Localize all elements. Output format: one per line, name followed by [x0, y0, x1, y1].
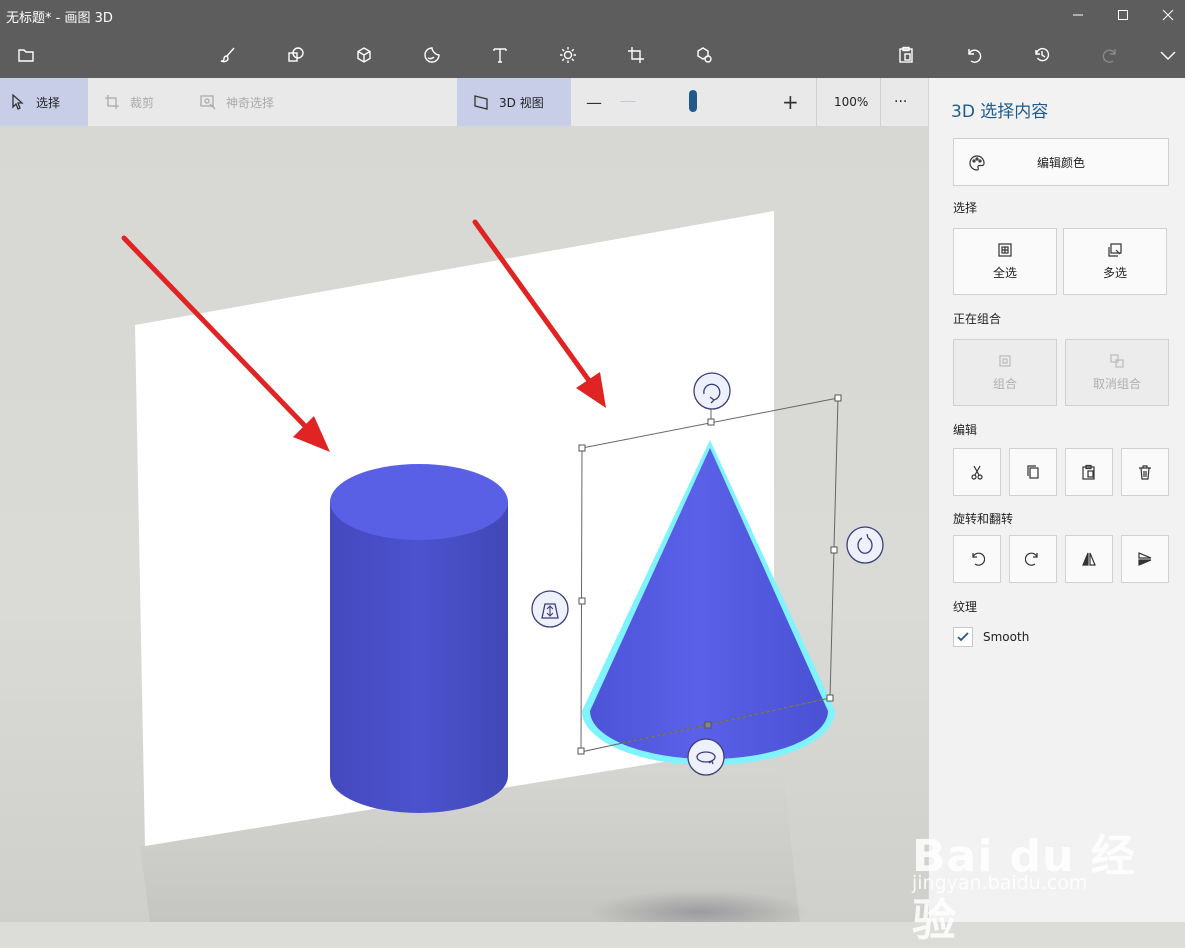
group-icon [999, 355, 1011, 367]
cylinder-object[interactable] [330, 464, 508, 813]
cursor-icon [12, 94, 24, 110]
select-all-icon [998, 243, 1012, 257]
close-icon[interactable] [1145, 0, 1185, 30]
multi-select-icon [1108, 243, 1122, 257]
multi-select-button[interactable]: 多选 [1063, 228, 1167, 295]
3d-shapes-icon[interactable] [344, 32, 384, 78]
flip-vertical-icon [1138, 552, 1152, 566]
cut-icon [971, 465, 983, 480]
more-options-button[interactable]: ··· [894, 78, 907, 126]
zoom-out-button[interactable]: — [586, 78, 602, 126]
canvas-icon[interactable] [616, 32, 656, 78]
delete-button[interactable] [1121, 448, 1169, 496]
window-title: 无标题* - 画图 3D [6, 11, 113, 26]
paste-icon [1082, 464, 1095, 480]
3d-canvas[interactable] [0, 126, 928, 922]
select-tool-label: 选择 [36, 95, 61, 110]
rotate-z-handle-icon[interactable] [687, 738, 725, 776]
ungroup-label: 取消组合 [1092, 377, 1141, 391]
texture-section-heading: 纹理 [953, 600, 978, 614]
edit-color-button[interactable]: 编辑颜色 [953, 138, 1169, 186]
group-button[interactable]: 组合 [953, 339, 1057, 406]
magic-select-label: 神奇选择 [226, 95, 275, 110]
brush-icon[interactable] [208, 32, 248, 78]
paste-icon[interactable] [886, 32, 926, 78]
zoom-slider-track [620, 101, 636, 102]
flip-horizontal-icon [1082, 552, 1096, 566]
zoom-in-label: + [782, 90, 799, 114]
copy-button[interactable] [1009, 448, 1057, 496]
2d-shapes-icon[interactable] [276, 32, 316, 78]
rotate-right-button[interactable] [1009, 535, 1057, 583]
zoom-value[interactable]: 100% [834, 78, 868, 126]
select-all-button[interactable]: 全选 [953, 228, 1057, 295]
3d-view-button[interactable]: 3D 视图 [457, 78, 571, 126]
redo-icon[interactable] [1090, 32, 1130, 78]
more-options-label: ··· [894, 94, 908, 110]
text-icon[interactable] [480, 32, 520, 78]
magic-select-button[interactable]: 神奇选择 [200, 78, 274, 126]
multi-select-label: 多选 [1102, 266, 1127, 280]
group-section-heading: 正在组合 [953, 312, 1002, 326]
divider [816, 78, 817, 126]
rotate-right-icon [1025, 552, 1038, 566]
palette-icon [969, 155, 985, 171]
rotate-left-icon [972, 552, 985, 566]
magic-select-icon [200, 95, 216, 110]
rotate-section-heading: 旋转和翻转 [953, 512, 1014, 526]
zoom-out-label: — [586, 92, 602, 112]
select-all-label: 全选 [992, 266, 1017, 280]
smooth-checkbox[interactable]: Smooth [953, 627, 1029, 647]
history-icon[interactable] [1022, 32, 1062, 78]
smooth-label: Smooth [983, 630, 1030, 644]
selection-toolbar: 选择 裁剪 神奇选择 3D 视图 — + 100% ··· [0, 78, 928, 127]
zoom-slider-thumb[interactable] [689, 90, 697, 112]
trash-icon [1139, 465, 1151, 480]
divider [880, 78, 881, 126]
ungroup-icon [1110, 354, 1124, 368]
zoom-value-label: 100% [834, 95, 869, 109]
crop-icon [105, 95, 119, 109]
paste-button[interactable] [1065, 448, 1113, 496]
3d-library-icon[interactable] [684, 32, 724, 78]
rotate-left-button[interactable] [953, 535, 1001, 583]
select-tool-button[interactable]: 选择 [0, 78, 88, 126]
cut-button[interactable] [953, 448, 1001, 496]
3d-view-icon [474, 95, 488, 110]
rotate-x-handle-icon[interactable] [693, 372, 731, 410]
edit-color-label: 编辑颜色 [1036, 155, 1085, 170]
copy-icon [1027, 465, 1039, 479]
ungroup-button[interactable]: 取消组合 [1065, 339, 1169, 406]
main-toolbar [0, 32, 1185, 78]
flip-vertical-button[interactable] [1121, 535, 1169, 583]
watermark-url: jingyan.baidu.com [912, 872, 1088, 894]
flip-horizontal-button[interactable] [1065, 535, 1113, 583]
minimize-icon[interactable] [1055, 0, 1101, 30]
crop-button[interactable]: 裁剪 [104, 78, 154, 126]
move-depth-handle-icon[interactable] [531, 590, 569, 628]
zoom-slider[interactable] [620, 78, 766, 126]
effects-icon[interactable] [548, 32, 588, 78]
crop-label: 裁剪 [130, 95, 155, 110]
3d-view-label: 3D 视图 [499, 95, 544, 110]
menu-folder-icon[interactable] [6, 32, 46, 78]
select-section-heading: 选择 [953, 201, 978, 215]
expand-icon[interactable] [1148, 32, 1185, 78]
title-bar: 无标题* - 画图 3D [0, 0, 1185, 32]
group-label: 组合 [992, 377, 1017, 391]
undo-icon[interactable] [954, 32, 994, 78]
panel-title: 3D 选择内容 [951, 102, 1049, 122]
zoom-in-button[interactable]: + [782, 78, 799, 126]
edit-section-heading: 编辑 [953, 423, 978, 437]
stickers-icon[interactable] [412, 32, 452, 78]
checkbox-checked-icon[interactable] [953, 627, 973, 647]
rotate-y-handle-icon[interactable] [846, 526, 884, 564]
baidu-jingyan-watermark: Bai du 经验 jingyan.baidu.com [910, 790, 1170, 946]
maximize-icon[interactable] [1100, 0, 1146, 30]
